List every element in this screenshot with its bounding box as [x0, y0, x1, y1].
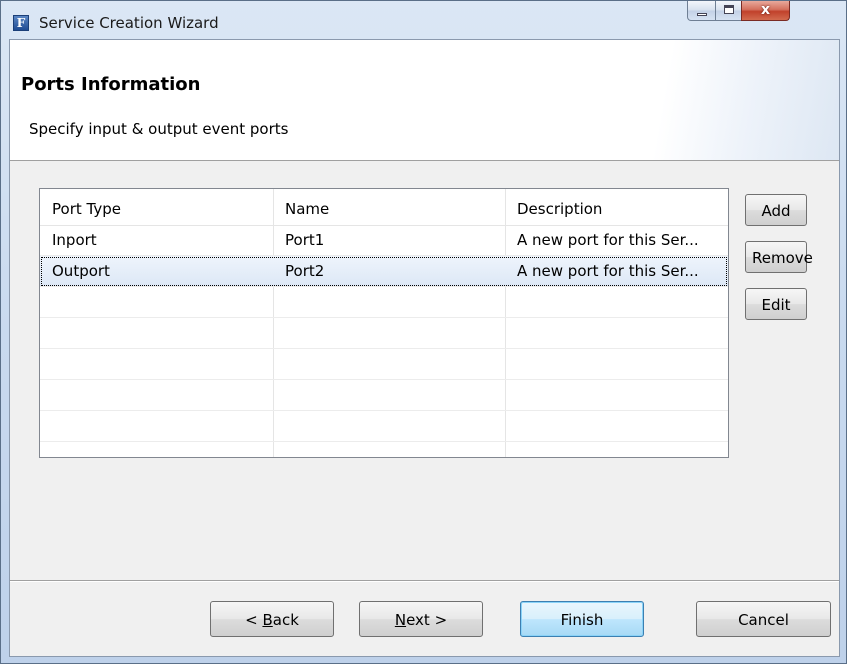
maximize-button[interactable] — [715, 1, 742, 21]
table-row[interactable]: Inport Port1 A new port for this Ser... — [40, 225, 728, 256]
next-button-mnemonic: N — [394, 611, 407, 629]
column-header-name[interactable]: Name — [273, 189, 505, 225]
table-row-selected[interactable]: Outport Port2 A new port for this Ser... — [40, 256, 728, 287]
title-bar[interactable]: F Service Creation Wizard x — [1, 1, 848, 39]
back-button-prefix: < — [245, 611, 263, 629]
cell-description: A new port for this Ser... — [517, 262, 699, 280]
page-title: Ports Information — [21, 74, 201, 95]
ports-table[interactable]: Port Type Name Description Inport Port1 … — [39, 188, 729, 458]
add-port-button[interactable]: Add — [745, 194, 807, 226]
cell-name: Port1 — [285, 231, 325, 249]
empty-row — [40, 349, 728, 380]
wizard-client-area: Ports Information Specify input & output… — [9, 39, 840, 657]
cell-description: A new port for this Ser... — [517, 231, 699, 249]
back-button[interactable]: < Back — [210, 601, 334, 637]
maximize-icon — [724, 5, 734, 14]
wizard-header: Ports Information Specify input & output… — [10, 40, 839, 161]
minimize-icon — [697, 13, 707, 16]
empty-row — [40, 318, 728, 349]
close-button[interactable]: x — [741, 1, 790, 21]
empty-row — [40, 411, 728, 442]
cell-name: Port2 — [285, 262, 325, 280]
close-icon: x — [760, 2, 771, 18]
cell-port-type: Inport — [52, 231, 97, 249]
column-header-description[interactable]: Description — [505, 189, 728, 225]
next-button-label: ext > — [406, 611, 448, 629]
cell-port-type: Outport — [52, 262, 110, 280]
empty-row — [40, 442, 728, 457]
page-subtitle: Specify input & output event ports — [29, 120, 289, 138]
finish-button[interactable]: Finish — [520, 601, 644, 637]
cancel-button[interactable]: Cancel — [696, 601, 831, 637]
empty-row — [40, 380, 728, 411]
edit-port-button[interactable]: Edit — [745, 288, 807, 320]
wizard-window: F Service Creation Wizard x Ports Inform… — [0, 0, 847, 664]
back-button-mnemonic: B — [262, 611, 273, 629]
minimize-button[interactable] — [687, 1, 716, 21]
next-button[interactable]: Next > — [359, 601, 483, 637]
footer-separator — [10, 580, 839, 582]
remove-port-button[interactable]: Remove — [745, 241, 813, 273]
column-header-port-type[interactable]: Port Type — [40, 189, 273, 225]
back-button-label: ack — [272, 611, 299, 629]
empty-row — [40, 287, 728, 318]
window-title: Service Creation Wizard — [39, 14, 219, 32]
app-icon: F — [13, 15, 29, 31]
table-header: Port Type Name Description — [40, 189, 728, 226]
